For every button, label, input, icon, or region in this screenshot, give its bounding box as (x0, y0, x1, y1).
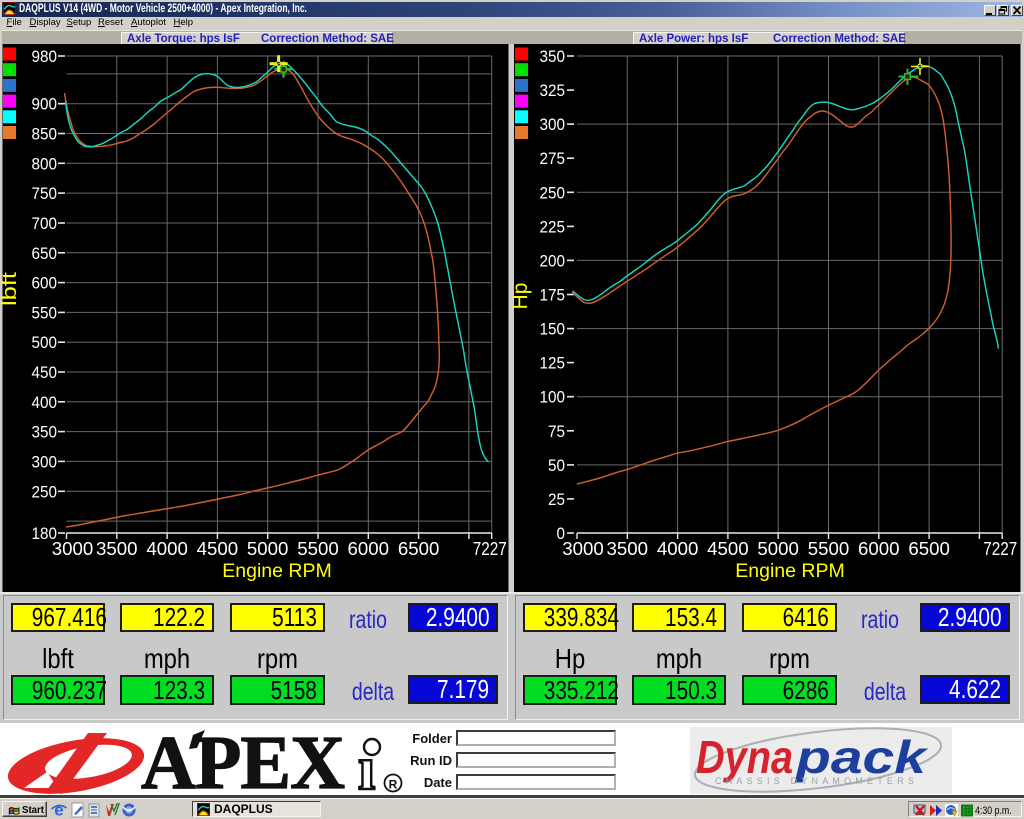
svg-text:lbft: lbft (0, 271, 21, 306)
svg-text:6500: 6500 (398, 538, 440, 559)
svg-text:750: 750 (32, 184, 58, 203)
svg-text:Engine RPM: Engine RPM (735, 560, 844, 582)
svg-text:400: 400 (32, 393, 58, 412)
svg-text:Hp: Hp (509, 283, 532, 310)
svg-text:600: 600 (32, 274, 58, 293)
svg-text:3000: 3000 (562, 538, 604, 559)
svg-text:275: 275 (540, 149, 566, 168)
svg-text:200: 200 (540, 251, 566, 270)
svg-text:850: 850 (32, 125, 58, 144)
svg-text:A: A (141, 726, 196, 798)
svg-text:3500: 3500 (607, 538, 649, 559)
svg-text:CHASSIS DYNAMOMETERS: CHASSIS DYNAMOMETERS (715, 776, 918, 786)
svg-text:100: 100 (540, 388, 566, 407)
svg-text:4000: 4000 (657, 538, 699, 559)
svg-text:PEX: PEX (195, 726, 344, 798)
svg-text:7227: 7227 (983, 538, 1017, 559)
svg-text:5500: 5500 (808, 538, 850, 559)
svg-text:225: 225 (540, 217, 566, 236)
svg-text:300: 300 (32, 452, 58, 471)
svg-text:4500: 4500 (707, 538, 749, 559)
svg-text:350: 350 (540, 47, 566, 66)
svg-text:325: 325 (540, 81, 566, 100)
svg-text:4500: 4500 (197, 538, 239, 559)
svg-text:3000: 3000 (52, 538, 94, 559)
svg-text:125: 125 (540, 354, 566, 373)
svg-text:350: 350 (32, 423, 58, 442)
svg-text:550: 550 (32, 303, 58, 322)
svg-text:5500: 5500 (297, 538, 339, 559)
svg-text:800: 800 (32, 154, 58, 173)
svg-text:75: 75 (548, 422, 565, 441)
svg-text:4000: 4000 (146, 538, 188, 559)
svg-text:3500: 3500 (96, 538, 138, 559)
svg-text:150: 150 (540, 320, 566, 339)
svg-text:300: 300 (540, 115, 566, 134)
svg-text:Engine RPM: Engine RPM (222, 560, 331, 582)
svg-text:980: 980 (32, 47, 58, 66)
svg-text:500: 500 (32, 333, 58, 352)
svg-text:900: 900 (32, 95, 58, 114)
svg-text:5000: 5000 (757, 538, 799, 559)
svg-text:6000: 6000 (348, 538, 390, 559)
svg-text:250: 250 (32, 482, 58, 501)
svg-text:e: e (54, 802, 63, 819)
svg-text:7227: 7227 (473, 538, 507, 559)
svg-text:450: 450 (32, 363, 58, 382)
svg-text:650: 650 (32, 244, 58, 263)
svg-text:25: 25 (548, 490, 565, 509)
svg-text:250: 250 (540, 183, 566, 202)
svg-text:5000: 5000 (247, 538, 289, 559)
svg-text:700: 700 (32, 214, 58, 233)
svg-text:6500: 6500 (908, 538, 950, 559)
svg-text:50: 50 (548, 456, 565, 475)
svg-text:175: 175 (540, 286, 566, 305)
svg-text:ı: ı (358, 735, 375, 798)
svg-text:6000: 6000 (858, 538, 900, 559)
